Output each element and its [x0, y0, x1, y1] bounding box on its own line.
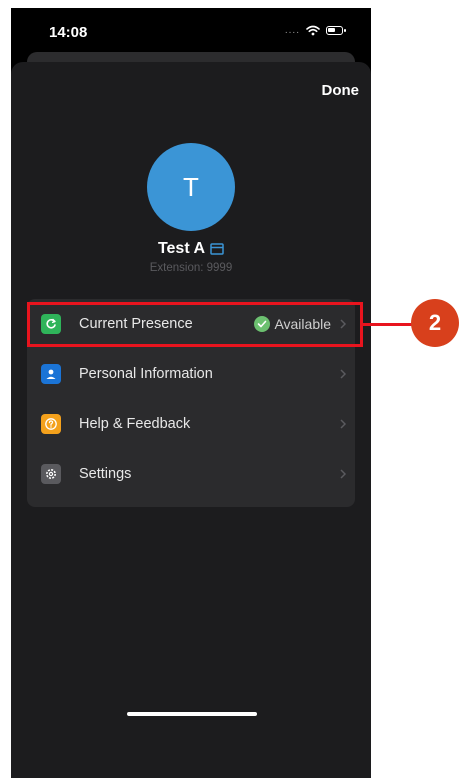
callout-line [362, 323, 414, 326]
menu-item-label: Settings [79, 466, 132, 482]
highlight-box [27, 302, 363, 347]
menu-item-help-feedback[interactable]: Help & Feedback [27, 399, 355, 449]
step-number-badge: 2 [411, 299, 459, 347]
status-bar: 14:08 .... [11, 8, 371, 54]
extension-text: Extension: 9999 [149, 262, 233, 274]
gear-icon [41, 464, 61, 484]
status-icons: .... [284, 24, 346, 36]
contact-card-icon[interactable] [210, 243, 224, 255]
home-indicator[interactable] [127, 712, 257, 716]
chevron-right-icon [340, 469, 347, 479]
phone-screen: 14:08 .... Done T Test A Extension: 9999 [11, 8, 371, 778]
avatar-initial: T [183, 171, 199, 202]
help-icon [41, 414, 61, 434]
person-icon [41, 364, 61, 384]
profile-sheet: Done T Test A Extension: 9999 Current Pr… [11, 62, 371, 778]
chevron-right-icon [340, 369, 347, 379]
avatar[interactable]: T [147, 143, 235, 231]
battery-icon [326, 26, 346, 35]
chevron-right-icon [340, 419, 347, 429]
signal-icon: .... [284, 24, 300, 36]
menu-item-settings[interactable]: Settings [27, 449, 355, 499]
done-button[interactable]: Done [322, 82, 360, 99]
menu-item-personal-information[interactable]: Personal Information [27, 349, 355, 399]
wifi-icon [306, 25, 320, 36]
menu-item-label: Personal Information [79, 366, 213, 382]
menu-item-label: Help & Feedback [79, 416, 191, 432]
name-row: Test A [11, 240, 371, 258]
user-name: Test A [157, 240, 206, 257]
status-time: 14:08 [49, 24, 88, 41]
